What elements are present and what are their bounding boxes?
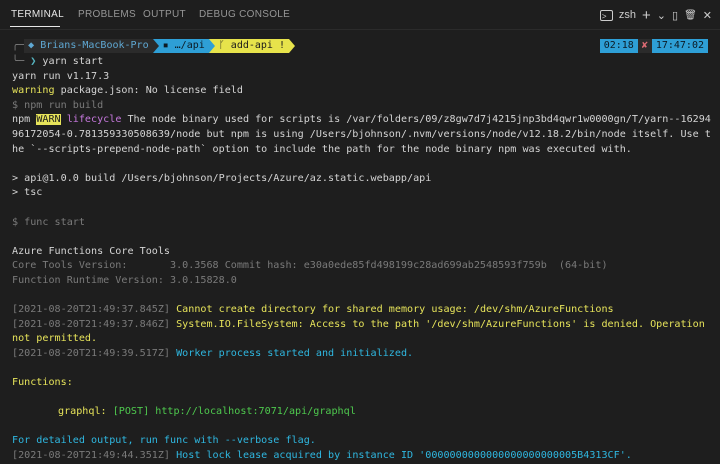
log-timestamp: [2021-08-20T21:49:37.845Z]: [12, 304, 171, 316]
prompt-branch: add-api: [230, 40, 273, 51]
log-line: [2021-08-20T21:49:37.846Z] System.IO.Fil…: [12, 318, 714, 347]
split-terminal-icon[interactable]: ▯: [672, 9, 678, 22]
powerline-separator: [289, 39, 296, 53]
git-branch-icon: ᚴ: [218, 40, 225, 51]
output-line: $ npm run build: [12, 99, 104, 111]
output-line: For detailed output, run func with --ver…: [12, 435, 316, 447]
functions-heading: Functions:: [12, 377, 73, 389]
log-line: [2021-08-20T21:49:39.517Z] Worker proces…: [12, 347, 714, 362]
log-timestamp: [2021-08-20T21:49:39.517Z]: [12, 347, 171, 359]
prompt-dir-segment: ▪ …/api: [158, 39, 209, 53]
prompt-duration: 02:18: [599, 39, 638, 53]
log-line: [2021-08-20T21:49:44.351Z] Host lock lea…: [12, 449, 714, 464]
output-line: > api@1.0.0 build /Users/bjohnson/Projec…: [12, 172, 432, 184]
prompt-status: ✘: [637, 39, 652, 53]
npm-label: npm: [12, 114, 37, 126]
warn-badge: WARN: [36, 114, 61, 126]
output-line: > tsc: [12, 187, 43, 199]
prompt-corner-bottom: ╰─: [12, 56, 31, 67]
lifecycle-label: lifecycle: [60, 114, 122, 126]
prompt-dir: …/api: [174, 40, 205, 51]
log-timestamp: [2021-08-20T21:49:44.351Z]: [12, 450, 171, 462]
active-tab-indicator: [10, 26, 60, 27]
prompt-corner: ╭─: [12, 39, 25, 51]
prompt-command-line: ╰─ ❯ yarn start: [12, 55, 714, 70]
tab-debug-console[interactable]: DEBUG CONSOLE: [199, 9, 290, 20]
terminal-output[interactable]: ╭─ ◆ Brians-MacBook-Pro ▪ …/api ᚴ add-ap…: [12, 38, 714, 464]
prompt-command: yarn start: [42, 56, 104, 67]
log-timestamp: [2021-08-20T21:49:37.846Z]: [12, 318, 171, 330]
tab-terminal[interactable]: TERMINAL: [11, 9, 64, 20]
output-line: npm WARN lifecycle The node binary used …: [12, 113, 714, 157]
output-line: Azure Functions Core Tools: [12, 245, 171, 257]
function-url[interactable]: http://localhost:7071/api/graphql: [149, 406, 356, 417]
log-line: [2021-08-20T21:49:37.845Z] Cannot create…: [12, 303, 714, 318]
log-message: Cannot create directory for shared memor…: [170, 304, 614, 316]
prompt-git-segment: ᚴ add-api !: [214, 39, 290, 53]
output-line: warning package.json: No license field: [12, 84, 714, 99]
prompt-arrow-icon: ❯: [30, 56, 43, 67]
output-line: yarn run v1.17.3: [12, 70, 110, 82]
trash-icon[interactable]: 🗑: [684, 10, 697, 21]
function-entry: graphql: [POST] http://localhost:7071/ap…: [12, 405, 714, 420]
new-terminal-button[interactable]: +: [642, 7, 651, 24]
shell-prompt: ╭─ ◆ Brians-MacBook-Pro ▪ …/api ᚴ add-ap…: [12, 38, 714, 54]
output-line: Function Runtime Version: 3.0.15828.0: [12, 274, 237, 286]
function-name: graphql:: [58, 406, 107, 418]
warning-label: warning: [12, 85, 55, 97]
chevron-down-icon[interactable]: ⌄: [657, 9, 666, 22]
prompt-time: 17:47:02: [651, 39, 708, 53]
terminal-shell-icon: >_: [599, 9, 613, 21]
prompt-user-segment: ◆ Brians-MacBook-Pro: [24, 39, 153, 53]
folder-icon: ▪: [162, 40, 169, 51]
tab-output[interactable]: OUTPUT: [143, 9, 186, 20]
apple-icon: ◆: [28, 40, 35, 51]
log-message: Worker process started and initialized.: [170, 347, 414, 359]
terminal-actions: >_ zsh + ⌄ ▯ 🗑 ✕: [599, 5, 712, 25]
warning-text: package.json: No license field: [54, 85, 243, 97]
log-message: Host lock lease acquired by instance ID …: [170, 450, 632, 462]
shell-selector[interactable]: zsh: [619, 9, 636, 21]
output-line: $ func start: [12, 216, 85, 228]
panel-tab-bar: TERMINAL PROBLEMS OUTPUT DEBUG CONSOLE >…: [0, 0, 720, 30]
function-method: [POST]: [106, 406, 150, 418]
close-panel-icon[interactable]: ✕: [703, 9, 712, 22]
tab-problems[interactable]: PROBLEMS: [78, 9, 136, 20]
output-line: Core Tools Version: 3.0.3568 Commit hash…: [12, 260, 608, 272]
prompt-host: Brians-MacBook-Pro: [40, 40, 149, 51]
git-dirty-flag: !: [278, 40, 286, 51]
